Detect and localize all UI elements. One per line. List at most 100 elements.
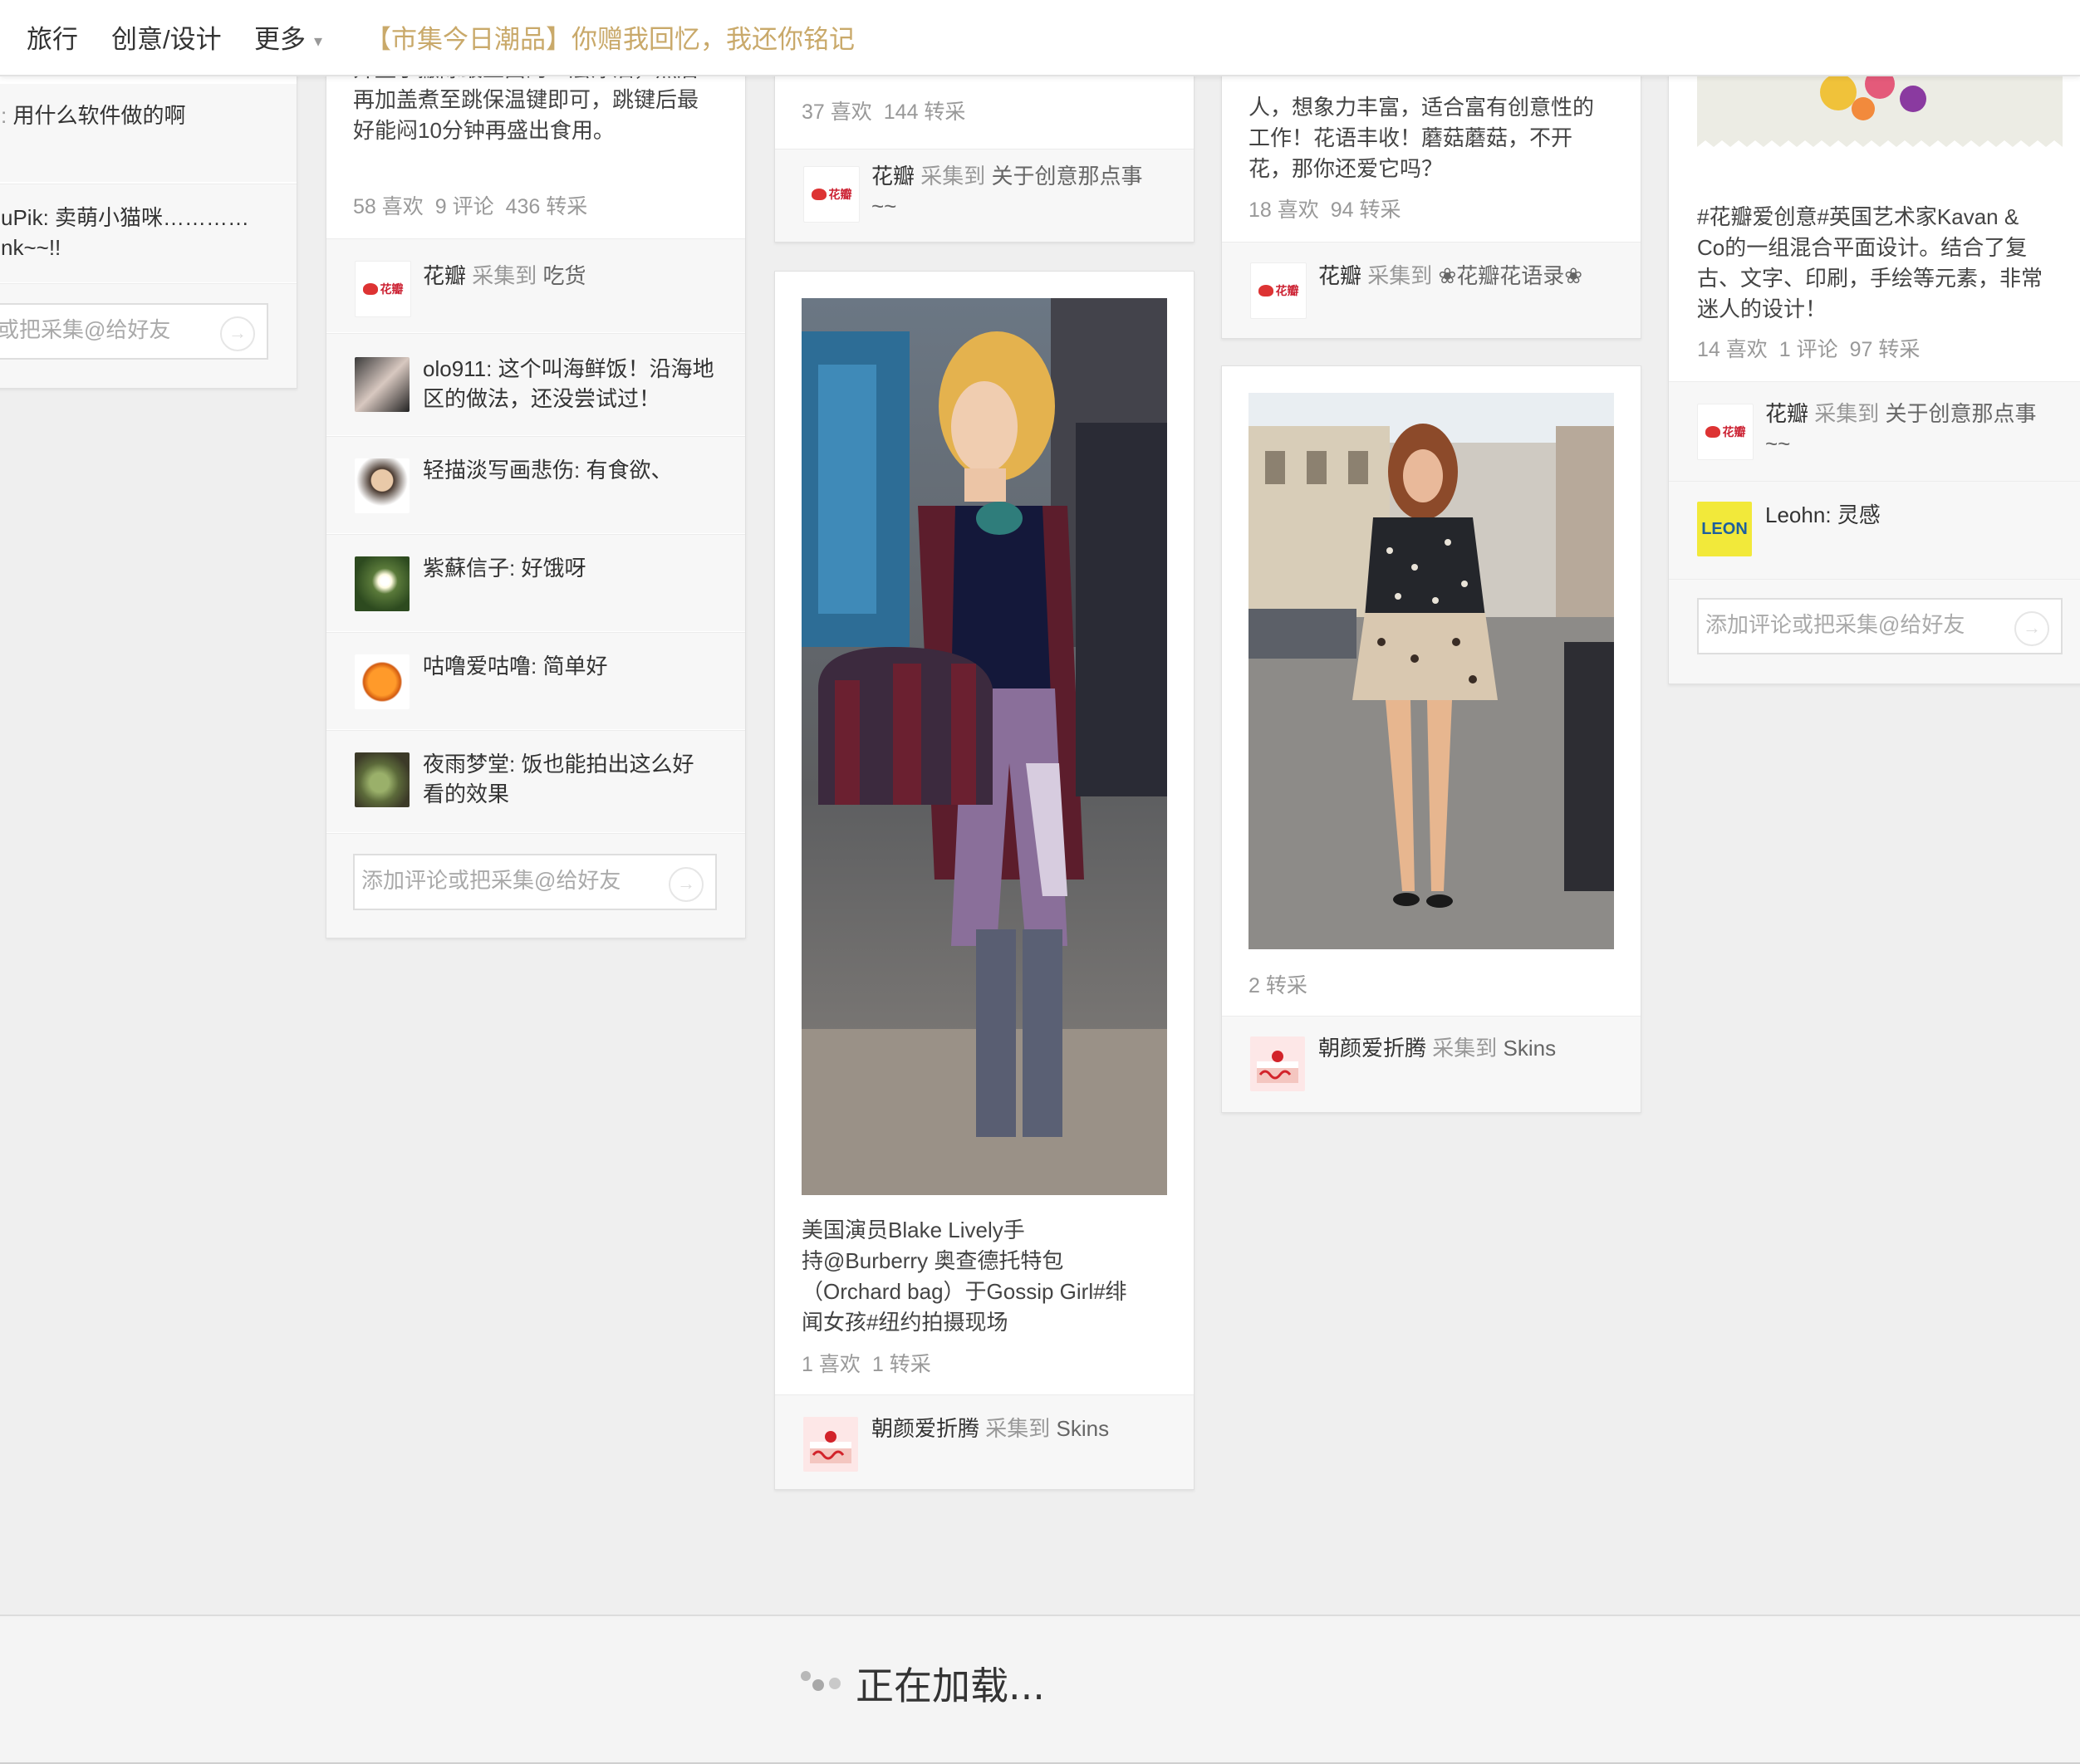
comments-count[interactable]: 1 评论: [1779, 338, 1838, 361]
board-link[interactable]: 吃货: [543, 263, 586, 288]
comment-text: uPik: 卖萌小猫咪…………: [1, 205, 250, 230]
pin-image[interactable]: [1248, 393, 1614, 949]
collected-label: 采集到: [1367, 263, 1433, 288]
pin-stats: 18 喜欢 94 转采: [1248, 194, 1413, 223]
nav-more[interactable]: 更多 ▾: [254, 18, 322, 56]
comment-text: 用什么软件做的啊: [12, 103, 186, 128]
pin-stats: 2 转采: [1248, 969, 1319, 999]
comment-user[interactable]: 轻描淡写画悲伤: [423, 458, 574, 483]
comment-row: LEON Leohn: 灵感: [1669, 481, 2080, 580]
user-avatar[interactable]: [355, 654, 410, 709]
loading-indicator: 正在加载...: [801, 1656, 1045, 1711]
pin-card: 2 转采 朝颜爱折腾 采集到 Skins: [1221, 365, 1641, 1113]
loading-bar: 正在加载...: [0, 1615, 2080, 1764]
pin-image[interactable]: [802, 298, 1167, 1195]
comment-row: 夜雨梦堂: 饭也能拍出这么好看的效果: [326, 730, 745, 832]
repins-count[interactable]: 2 转采: [1248, 974, 1307, 997]
send-icon[interactable]: →: [2014, 611, 2049, 646]
comment-user[interactable]: 紫蘇信子: [423, 556, 509, 581]
likes-count[interactable]: 14 喜欢: [1697, 338, 1768, 361]
collector-name[interactable]: 花瓣: [1318, 263, 1361, 288]
send-icon[interactable]: →: [669, 867, 704, 902]
collector-name[interactable]: 花瓣: [423, 263, 466, 288]
user-avatar[interactable]: [355, 458, 410, 513]
pin-card: 人，想象力丰富，适合富有创意性的 工作！花语丰收！蘑菇蘑菇，不开 花，那你还爱它…: [1221, 50, 1641, 339]
comment-input-row: 添加评论或把采集@给好友 →: [1669, 579, 2080, 684]
pin-card: 37 喜欢 144 转采 花瓣 花瓣 采集到 关于创意那点事 ~~: [774, 50, 1195, 243]
comment-text: nk~~!!: [1, 235, 61, 260]
nav-travel[interactable]: 旅行: [27, 18, 78, 56]
board-link[interactable]: 关于创意那点事: [1886, 401, 2037, 426]
collector-name[interactable]: 花瓣: [1765, 401, 1808, 426]
pin-stats: 58 喜欢 9 评论 436 转采: [353, 190, 599, 220]
pin-card: #花瓣爱创意#英国艺术家Kavan & Co的一组混合平面设计。结合了复 古、文…: [1668, 0, 2080, 684]
repins-count[interactable]: 97 转采: [1850, 338, 1921, 361]
comment-row: 紫蘇信子: 好饿呀: [326, 534, 745, 631]
pin-stats: 1 喜欢 1 转采: [802, 1348, 943, 1378]
collected-to-row: 花瓣 花瓣 采集到 关于创意那点事 ~~: [775, 149, 1194, 242]
comment-row: olo911: 这个叫海鲜饭！沿海地区的做法，还没尝试过！: [326, 333, 745, 435]
board-link[interactable]: Skins: [1504, 1036, 1557, 1061]
board-suffix: ~~: [871, 194, 897, 218]
comment-input[interactable]: 添加评论或把采集@给好友 →: [353, 854, 717, 910]
top-nav: 旅行 创意/设计 更多 ▾ 【市集今日潮品】你赠我回忆，我还你铭记: [0, 0, 2080, 76]
board-suffix: ~~: [1765, 431, 1791, 456]
collected-label: 采集到: [472, 263, 537, 288]
promo-link[interactable]: 【市集今日潮品】你赠我回忆，我还你铭记: [365, 18, 855, 56]
user-avatar[interactable]: [803, 1417, 858, 1472]
collected-to-row: 花瓣 花瓣 采集到 关于创意那点事 ~~: [1669, 381, 2080, 482]
comment-user[interactable]: Leohn: [1765, 502, 1825, 527]
comment-input[interactable]: 或把采集@给好友 →: [0, 303, 268, 360]
pin-description: 人，想象力丰富，适合富有创意性的 工作！花语丰收！蘑菇蘑菇，不开 花，那你还爱它…: [1248, 95, 1595, 181]
likes-count[interactable]: 18 喜欢: [1248, 198, 1319, 222]
collector-name[interactable]: 花瓣: [871, 164, 915, 189]
comment-row: 轻描淡写画悲伤: 有食欲、: [326, 436, 745, 533]
pin-stats: 37 喜欢 144 转采: [802, 96, 977, 125]
board-link[interactable]: Skins: [1057, 1416, 1110, 1441]
user-avatar[interactable]: [1250, 1036, 1305, 1091]
comment-text: 灵感: [1837, 502, 1881, 527]
nav-more-label: 更多: [254, 25, 306, 54]
pin-description: 美国演员Blake Lively手 持@Burberry 奥查德托特包 （Orc…: [802, 1218, 1127, 1335]
comment-user[interactable]: 夜雨梦堂: [423, 752, 509, 777]
huaban-avatar[interactable]: 花瓣: [803, 166, 860, 223]
comment-row: 咕噜爱咕噜: 简单好: [326, 632, 745, 729]
pin-card: : 用什么软件做的啊 uPik: 卖萌小猫咪………… nk~~!! 或把采集@给好…: [0, 50, 297, 389]
huaban-avatar[interactable]: 花瓣: [1250, 262, 1307, 319]
likes-count[interactable]: 37 喜欢: [802, 100, 872, 124]
comments-count[interactable]: 9 评论: [435, 195, 494, 218]
comment-user[interactable]: olo911: [423, 356, 486, 381]
repins-count[interactable]: 436 转采: [506, 195, 588, 218]
loading-text: 正在加载...: [856, 1664, 1045, 1708]
leon-logo[interactable]: LEON: [1697, 502, 1752, 556]
board-link[interactable]: 关于创意那点事: [992, 164, 1143, 189]
repins-count[interactable]: 1 转采: [872, 1353, 931, 1376]
user-avatar[interactable]: [355, 357, 410, 412]
repins-count[interactable]: 94 转采: [1331, 198, 1401, 222]
collected-to-row: 朝颜爱折腾 采集到 Skins: [775, 1394, 1194, 1489]
send-icon[interactable]: →: [220, 316, 255, 351]
user-avatar[interactable]: [355, 556, 410, 611]
user-avatar[interactable]: [355, 752, 410, 807]
collected-to-row: 花瓣 花瓣 采集到 ❀花瓣花语录❀: [1222, 242, 1641, 338]
comment-placeholder: 添加评论或把采集@给好友: [361, 868, 621, 893]
collected-to-row: 花瓣 花瓣 采集到 吃货: [326, 238, 745, 332]
cake-icon: [810, 1431, 851, 1463]
comment-text: 好饿呀: [521, 556, 586, 581]
collector-name[interactable]: 朝颜爱折腾: [871, 1416, 979, 1441]
nav-creative-design[interactable]: 创意/设计: [111, 18, 222, 56]
comment-input[interactable]: 添加评论或把采集@给好友 →: [1697, 598, 2063, 654]
comment-user[interactable]: 咕噜爱咕噜: [423, 654, 531, 679]
collected-label: 采集到: [920, 164, 986, 189]
pin-card: 开盖子撇除最上面的一层浮油，然后 再加盖煮至跳保温键即可，跳键后最 好能闷10分…: [326, 50, 746, 938]
likes-count[interactable]: 1 喜欢: [802, 1353, 861, 1376]
comment-row: : 用什么软件做的啊: [0, 84, 297, 182]
repins-count[interactable]: 144 转采: [884, 100, 966, 124]
chevron-down-icon: ▾: [314, 32, 323, 51]
likes-count[interactable]: 58 喜欢: [353, 195, 424, 218]
comment-text: 有食欲、: [586, 458, 673, 483]
board-link[interactable]: ❀花瓣花语录❀: [1439, 263, 1583, 288]
huaban-avatar[interactable]: 花瓣: [1697, 404, 1754, 460]
collector-name[interactable]: 朝颜爱折腾: [1318, 1036, 1426, 1061]
huaban-avatar[interactable]: 花瓣: [355, 261, 411, 317]
